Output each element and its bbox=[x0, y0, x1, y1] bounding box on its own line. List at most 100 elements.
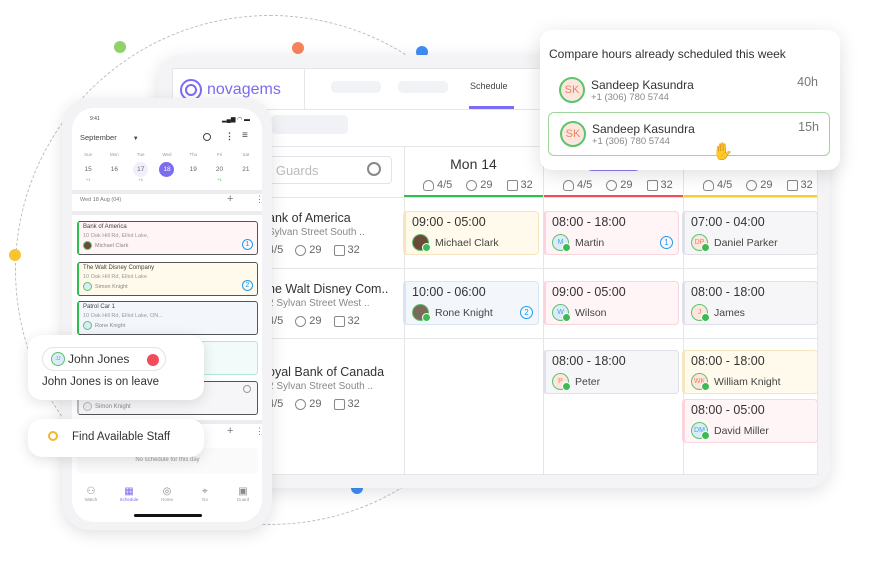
status-time: 9:41 bbox=[90, 116, 100, 122]
day-cell[interactable]: Sun 15 +1 bbox=[75, 152, 101, 182]
staff-option-selected[interactable]: SK Sandeep Kasundra +1 (306) 780 5744 15h bbox=[548, 112, 830, 156]
shift-card[interactable]: 09:00 - 05:00 W Wilson bbox=[543, 281, 679, 325]
calendar-icon: ▦ bbox=[124, 486, 134, 497]
date-number: 18 bbox=[159, 162, 175, 177]
site-address: Sylvan Street South .. bbox=[268, 227, 365, 238]
shift-mark: +1 bbox=[138, 177, 143, 182]
tab-schedule[interactable]: Schedule bbox=[470, 81, 508, 91]
search-placeholder: n Guards bbox=[265, 163, 319, 178]
shift-card[interactable]: 08:00 - 18:00 M Martin 1 bbox=[543, 211, 679, 255]
phone-shift-card[interactable]: Patrol Car 1 10 Oak Hill Rd, Elliot Lake,… bbox=[77, 301, 258, 335]
mobile-app: 9:41 ▂▄▆ ◠ ▬ September ▼ ⋮ ≡ Sun 15 +1 Mon 1… bbox=[72, 108, 262, 522]
month-select[interactable]: September ▼ bbox=[80, 133, 139, 142]
clock-icon bbox=[746, 179, 758, 191]
day-stats: 4/5 29 32 bbox=[423, 179, 533, 191]
calendar-icon bbox=[646, 179, 658, 191]
leave-clock-icon bbox=[147, 354, 159, 366]
day-cell[interactable]: Sat 21 bbox=[233, 152, 259, 182]
clock-icon bbox=[295, 398, 307, 410]
tab-placeholder[interactable] bbox=[398, 81, 448, 93]
toolbar-placeholder bbox=[271, 115, 348, 134]
nav-schedule[interactable]: ▦ Schedule bbox=[110, 486, 148, 502]
shift-card[interactable]: 08:00 - 18:00 P Peter bbox=[543, 350, 679, 394]
more-icon[interactable]: ⋮ bbox=[225, 131, 234, 142]
day-header-mon-14[interactable]: Mon 14 bbox=[404, 156, 543, 172]
site-address: 2 Sylvan Street South .. bbox=[268, 381, 374, 392]
avatar bbox=[83, 321, 92, 330]
shift-mark bbox=[101, 177, 127, 182]
clock-icon bbox=[295, 315, 307, 327]
shift-card[interactable]: 10:00 - 06:00 Rone Knight 2 bbox=[403, 281, 539, 325]
avatar bbox=[83, 282, 92, 291]
location-icon: ⌖ bbox=[202, 486, 208, 497]
hours-value: 15h bbox=[798, 120, 819, 134]
nav-go[interactable]: ⌖ Go bbox=[186, 486, 224, 502]
search-icon[interactable] bbox=[367, 162, 381, 176]
clock-icon bbox=[606, 179, 618, 191]
staff-chip[interactable]: JJ John Jones bbox=[42, 347, 166, 371]
avatar: M bbox=[552, 234, 571, 252]
calendar-icon bbox=[506, 179, 518, 191]
guards-icon bbox=[423, 179, 434, 191]
home-indicator bbox=[134, 514, 202, 517]
site-name: oyal Bank of Canada bbox=[268, 365, 385, 379]
shift-card[interactable]: 09:00 - 05:00 Michael Clark bbox=[403, 211, 539, 255]
avatar bbox=[83, 241, 92, 250]
leave-message: John Jones is on leave bbox=[42, 376, 159, 388]
status-icons: ▂▄▆ ◠ ▬ bbox=[222, 117, 251, 123]
guard-icon: ▣ bbox=[238, 486, 248, 497]
nav-watch[interactable]: ⚇ Watch bbox=[72, 486, 110, 502]
staff-option[interactable]: SK Sandeep Kasundra +1 (306) 780 5744 40h bbox=[548, 68, 830, 112]
hours-value: 40h bbox=[797, 75, 818, 89]
add-icon[interactable]: + bbox=[227, 193, 233, 205]
shift-mark bbox=[233, 177, 259, 182]
day-stats: 4/5 29 32 bbox=[563, 179, 673, 191]
weekday-label: Mon bbox=[110, 152, 119, 157]
avatar: P bbox=[552, 373, 571, 391]
site-row[interactable]: he Walt Disney Com.. 2 Sylvan Street West… bbox=[268, 282, 403, 327]
find-available-staff-button[interactable]: Find Available Staff bbox=[28, 419, 204, 457]
day-stats: 4/5 29 32 bbox=[703, 179, 813, 191]
avatar: W bbox=[552, 304, 571, 322]
shift-card[interactable]: 08:00 - 05:00 DM David Miller bbox=[682, 399, 818, 443]
date-number: 19 bbox=[189, 166, 197, 173]
avatar: WK bbox=[691, 373, 710, 391]
avatar: J bbox=[691, 304, 710, 322]
nav-guard[interactable]: ▣ Guard bbox=[224, 486, 262, 502]
tab-placeholder[interactable] bbox=[331, 81, 381, 93]
phone-shift-card[interactable]: Bank of America 10 Oak Hill Rd, Elliot La… bbox=[77, 221, 258, 255]
day-cell[interactable]: Wed 18 bbox=[154, 152, 180, 182]
date-number: 16 bbox=[110, 166, 119, 173]
binoculars-icon: ⚇ bbox=[86, 486, 96, 497]
shift-card[interactable]: 08:00 - 18:00 WK William Knight bbox=[682, 350, 818, 394]
day-cell[interactable]: Mon 16 bbox=[101, 152, 127, 182]
date-number: 17 bbox=[133, 162, 149, 177]
shift-card[interactable]: 07:00 - 04:00 DP Daniel Parker bbox=[682, 211, 818, 255]
decor-dot bbox=[9, 249, 21, 261]
site-name: he Walt Disney Com.. bbox=[268, 282, 389, 296]
more-icon[interactable]: ⋮ bbox=[255, 194, 262, 205]
nav-home[interactable]: ◎ Home bbox=[148, 486, 186, 502]
avatar: DM bbox=[691, 422, 710, 440]
search-guards-input[interactable]: n Guards bbox=[256, 156, 392, 184]
count-badge: 2 bbox=[242, 280, 253, 291]
menu-icon[interactable]: ≡ bbox=[242, 130, 248, 141]
site-row[interactable]: ank of America Sylvan Street South .. 4/5 2… bbox=[268, 211, 403, 256]
hand-cursor-icon: ✋ bbox=[712, 142, 734, 161]
site-row[interactable]: oyal Bank of Canada 2 Sylvan Street South… bbox=[268, 365, 403, 410]
search-icon[interactable] bbox=[203, 133, 211, 141]
site-address: 2 Sylvan Street West .. bbox=[268, 298, 370, 309]
more-icon[interactable]: ⋮ bbox=[255, 426, 262, 437]
day-cell[interactable]: Tue 17 +1 bbox=[128, 152, 154, 182]
count-badge: 1 bbox=[660, 236, 673, 249]
phone-shift-card[interactable]: The Walt Disney Company 10 Oak Hill Rd, E… bbox=[77, 262, 258, 296]
section-date: Wed 18 Aug (04) bbox=[80, 197, 122, 203]
card-person: Simon Knight bbox=[83, 402, 131, 411]
add-icon[interactable]: + bbox=[227, 425, 233, 437]
day-cell[interactable]: Fri 20 +1 bbox=[206, 152, 232, 182]
date-number: 20 bbox=[215, 166, 224, 173]
calendar-icon bbox=[333, 398, 345, 410]
shift-card[interactable]: 08:00 - 18:00 J James bbox=[682, 281, 818, 325]
avatar bbox=[83, 402, 92, 411]
day-cell[interactable]: Thu 19 bbox=[180, 152, 206, 182]
